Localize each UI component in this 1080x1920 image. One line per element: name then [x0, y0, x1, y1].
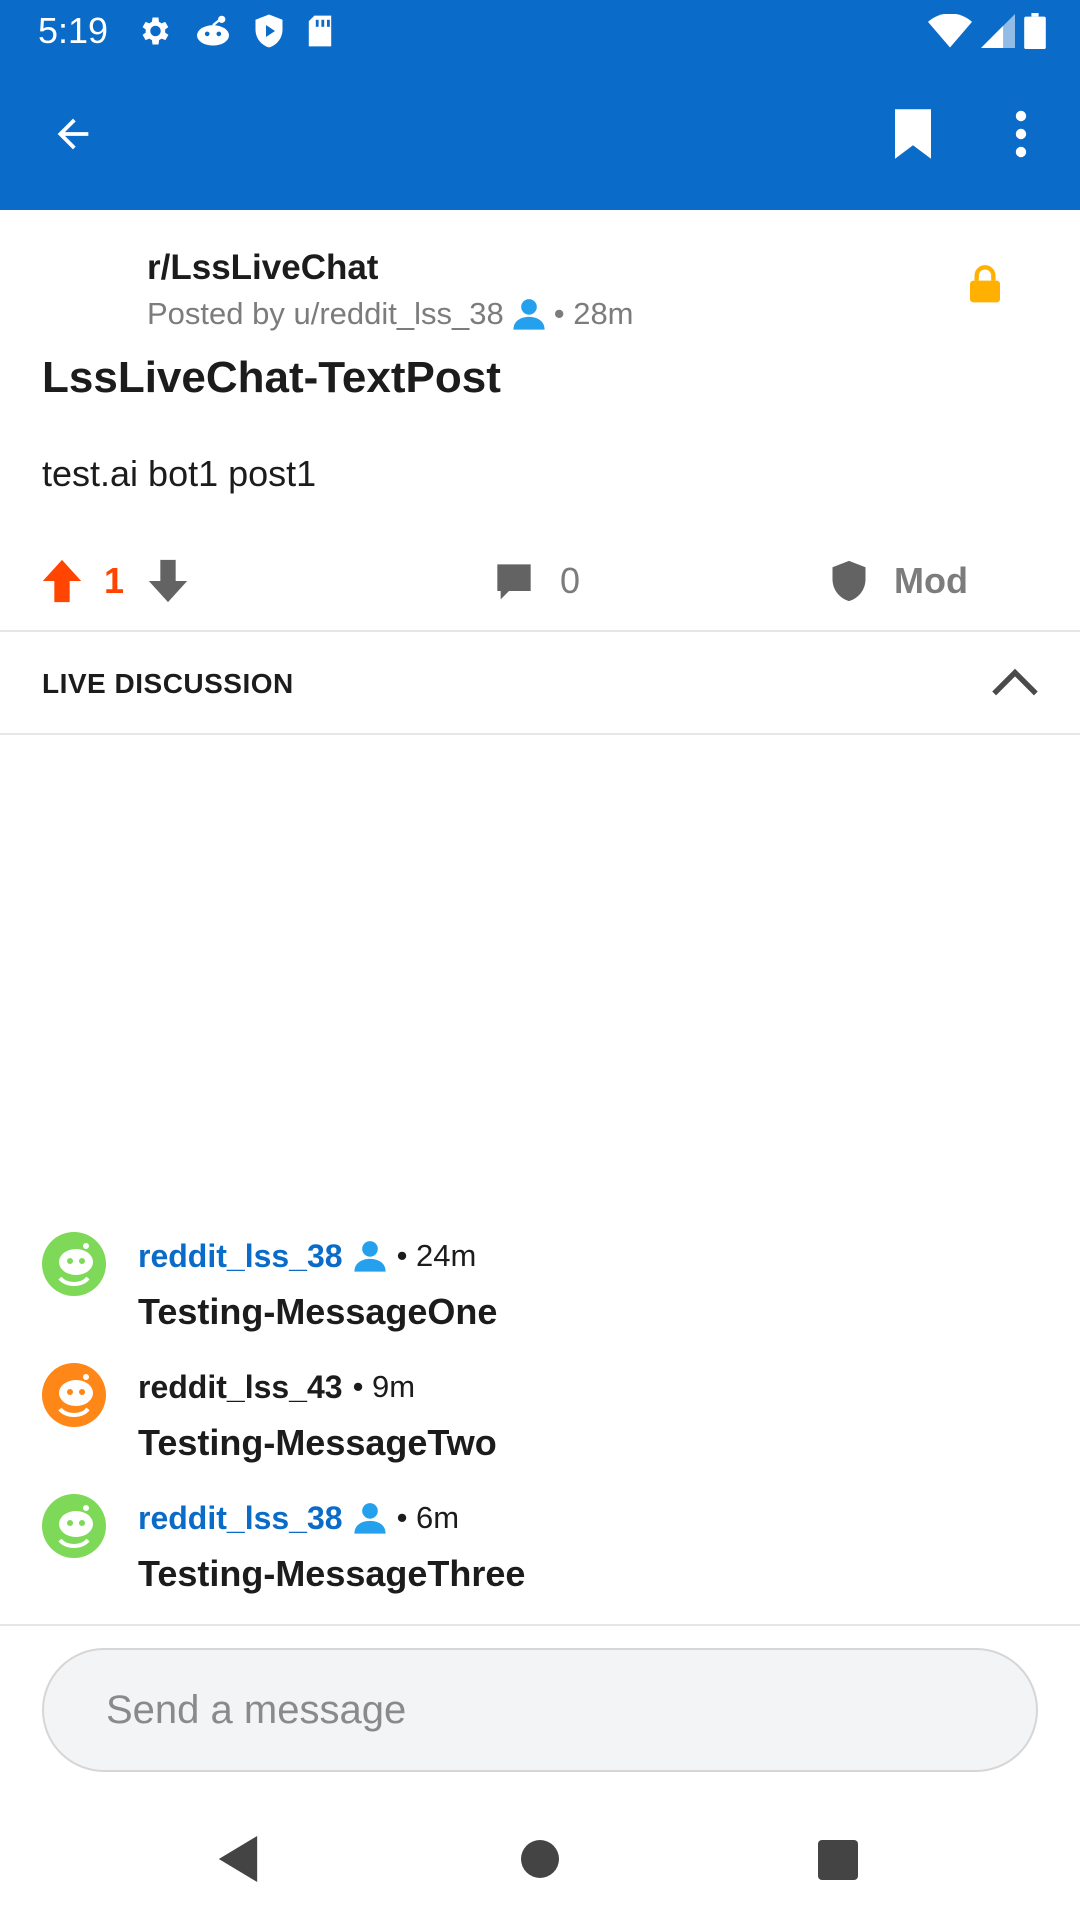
upvote-button[interactable] — [42, 558, 82, 604]
op-user-icon — [353, 1503, 386, 1534]
status-icons-left — [136, 12, 334, 50]
comments-button[interactable]: 0 — [494, 558, 580, 604]
shield-icon — [255, 14, 283, 48]
list-item: reddit_lss_43 • 9m Testing-MessageTwo — [0, 1359, 1080, 1490]
post-body: test.ai bot1 post1 — [42, 453, 317, 494]
nav-back-icon[interactable] — [218, 1836, 258, 1882]
message-text: Testing-MessageTwo — [138, 1422, 497, 1463]
username-link[interactable]: reddit_lss_38 — [138, 1232, 343, 1280]
posted-by[interactable]: Posted by u/reddit_lss_38 — [147, 292, 504, 336]
wifi-icon — [928, 14, 972, 48]
snoo-avatar-icon — [42, 1363, 106, 1427]
post-meta: Posted by u/reddit_lss_38 • 28m — [147, 292, 634, 336]
top-bar: 5:19 — [0, 0, 1080, 210]
message-composer — [42, 1648, 1038, 1772]
mod-button[interactable]: Mod — [830, 558, 968, 604]
snoo-avatar-icon — [42, 1494, 106, 1558]
reddit-icon — [197, 15, 229, 46]
avatar[interactable] — [42, 1494, 106, 1558]
live-discussion-header[interactable]: LIVE DISCUSSION — [0, 632, 1080, 734]
system-nav-bar — [0, 1800, 1080, 1920]
back-arrow-icon — [57, 118, 89, 150]
bookmark-icon — [895, 109, 931, 159]
post-title: LssLiveChat-TextPost — [42, 353, 501, 402]
subreddit-link[interactable]: r/LssLiveChat — [147, 246, 378, 290]
username-link[interactable]: reddit_lss_43 — [138, 1363, 343, 1411]
op-user-icon — [353, 1241, 386, 1272]
gear-icon — [142, 17, 169, 45]
message-header: reddit_lss_38 • 24m — [138, 1232, 476, 1280]
collapse-button[interactable] — [990, 660, 1040, 706]
downvote-button[interactable] — [148, 558, 188, 604]
message-time: • 24m — [396, 1238, 477, 1273]
upvote-arrow-icon — [42, 559, 82, 603]
chevron-up-icon — [992, 668, 1038, 696]
downvote-arrow-icon — [148, 559, 188, 603]
mod-label: Mod — [894, 560, 968, 601]
op-user-icon — [513, 299, 545, 330]
message-time: • 9m — [352, 1369, 416, 1404]
post-action-bar: 1 0 Mod — [0, 540, 1080, 630]
more-vertical-icon — [1015, 110, 1027, 158]
divider — [0, 733, 1080, 735]
mod-shield-icon — [832, 560, 866, 602]
message-list: reddit_lss_38 • 24m Testing-MessageOne r… — [0, 1228, 1080, 1621]
avatar[interactable] — [42, 1232, 106, 1296]
signal-icon — [981, 14, 1015, 48]
battery-icon — [1024, 13, 1046, 49]
status-icons-right — [928, 12, 1046, 50]
message-input[interactable] — [104, 1686, 976, 1734]
vote-score: 1 — [104, 560, 125, 601]
live-discussion-title: LIVE DISCUSSION — [42, 668, 294, 699]
sd-card-icon — [308, 15, 332, 47]
nav-recents-icon[interactable] — [818, 1840, 858, 1880]
message-text: Testing-MessageThree — [138, 1553, 526, 1594]
divider — [0, 1624, 1080, 1626]
status-time: 5:19 — [38, 10, 109, 51]
back-button[interactable] — [40, 101, 106, 167]
username-link[interactable]: reddit_lss_38 — [138, 1494, 343, 1542]
avatar[interactable] — [42, 1363, 106, 1427]
nav-home-icon[interactable] — [521, 1840, 559, 1878]
snoo-avatar-icon — [42, 1232, 106, 1296]
bookmark-button[interactable] — [880, 101, 946, 167]
more-options-button[interactable] — [988, 101, 1054, 167]
list-item: reddit_lss_38 • 24m Testing-MessageOne — [0, 1228, 1080, 1359]
message-text: Testing-MessageOne — [138, 1291, 498, 1332]
message-header: reddit_lss_38 • 6m — [138, 1494, 459, 1542]
status-bar: 5:19 — [0, 0, 1080, 63]
lock-icon — [968, 264, 1002, 304]
app-bar — [0, 63, 1080, 210]
comment-bubble-icon — [497, 564, 531, 600]
message-time: • 6m — [396, 1500, 460, 1535]
list-item: reddit_lss_38 • 6m Testing-MessageThree — [0, 1490, 1080, 1621]
comments-count: 0 — [560, 560, 581, 601]
post-age: • 28m — [553, 296, 634, 331]
message-header: reddit_lss_43 • 9m — [138, 1363, 415, 1411]
